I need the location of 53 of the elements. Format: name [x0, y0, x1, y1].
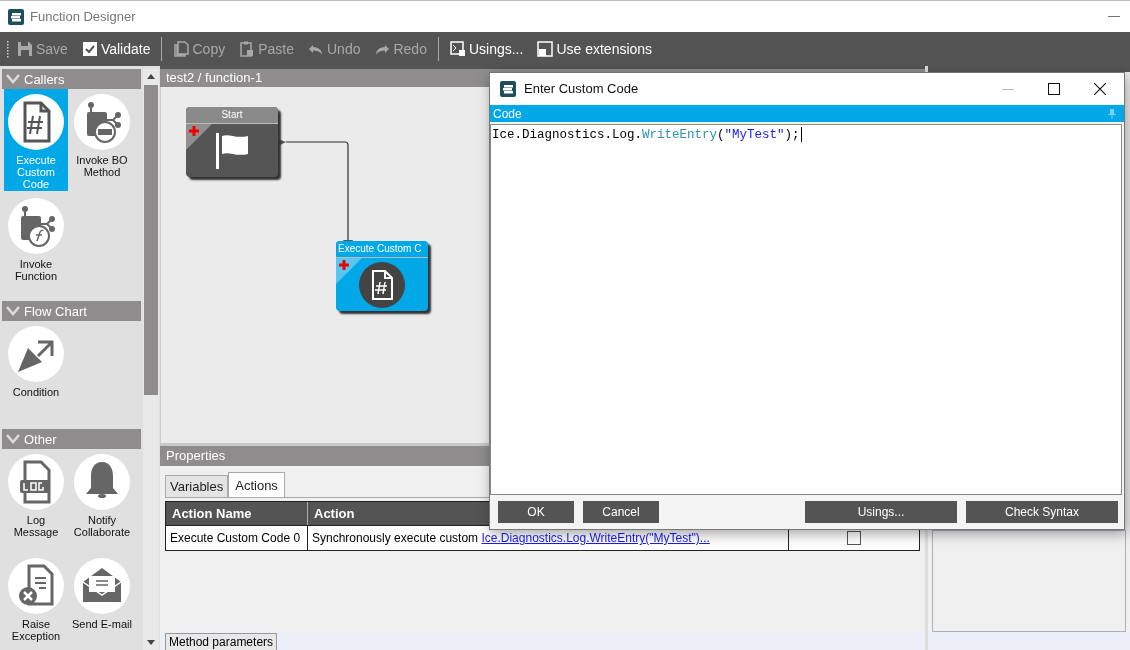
- pane-title: Code: [493, 106, 522, 121]
- extensions-icon: [537, 41, 554, 57]
- minimize-icon[interactable]: [1108, 15, 1120, 18]
- dialog-button[interactable]: Usings...: [805, 501, 957, 523]
- dialog-button[interactable]: OK: [498, 501, 574, 523]
- tab[interactable]: Variables: [165, 475, 229, 497]
- exception-icon: [8, 558, 64, 614]
- tab[interactable]: Actions: [228, 472, 285, 497]
- grip-icon: [6, 40, 9, 58]
- palette-item[interactable]: Raise Exception: [4, 553, 68, 650]
- paste-icon: [239, 41, 256, 57]
- usings-icon: [449, 41, 466, 57]
- add-icon[interactable]: [336, 258, 362, 284]
- palette-item[interactable]: Invoke BO Method: [70, 89, 134, 191]
- scrollbar[interactable]: [143, 69, 159, 650]
- code-line: Ice.Diagnostics.Log.WriteEntry("MyTest");: [491, 126, 803, 144]
- code-link[interactable]: Ice.Diagnostics.Log.WriteEntry("MyTest")...: [481, 531, 710, 545]
- save-icon: [17, 41, 33, 57]
- chevron-icon[interactable]: [6, 434, 20, 444]
- table-cell: Execute Custom Code 0: [166, 525, 308, 550]
- check-icon: [81, 41, 98, 57]
- dialog-button[interactable]: Check Syntax: [966, 501, 1118, 523]
- checkbox[interactable]: [847, 531, 861, 545]
- chevron-icon[interactable]: [6, 306, 20, 316]
- condition-icon: [8, 326, 64, 382]
- close-icon[interactable]: [1094, 82, 1106, 95]
- function-icon: [8, 198, 64, 254]
- palette-item[interactable]: Log Message: [4, 449, 68, 551]
- flag-icon: [214, 130, 250, 171]
- bo-icon: [74, 94, 130, 150]
- palette-item[interactable]: Send E-mail: [70, 553, 134, 650]
- code-editor[interactable]: Ice.Diagnostics.Log.WriteEntry("MyTest");: [490, 124, 1122, 495]
- maximize-icon[interactable]: [1048, 82, 1060, 95]
- app-logo-icon: [500, 80, 516, 97]
- method-parameters-tab[interactable]: Method parameters: [165, 633, 278, 650]
- mail-icon: [74, 558, 130, 614]
- dialog-button[interactable]: Cancel: [583, 501, 659, 523]
- palette-item[interactable]: Invoke Function: [4, 193, 68, 295]
- palette-item[interactable]: Condition: [4, 321, 68, 423]
- copy-icon: [173, 41, 190, 57]
- add-icon[interactable]: [186, 124, 212, 150]
- action-text: Synchronously execute custom: [312, 531, 479, 545]
- code-icon: [8, 94, 64, 150]
- palette-item[interactable]: Notify Collaborate: [70, 449, 134, 551]
- window-title: Function Designer: [30, 9, 136, 24]
- bell-icon: [74, 454, 130, 510]
- toolbar-button[interactable]: Usings...: [443, 38, 530, 60]
- app-logo-icon: [8, 8, 24, 25]
- log-icon: [8, 454, 64, 510]
- code-file-icon: [359, 261, 405, 308]
- toolbar-button[interactable]: Use extensions: [531, 38, 659, 60]
- toolbar-button[interactable]: Validate: [75, 38, 157, 60]
- chevron-icon[interactable]: [6, 74, 20, 84]
